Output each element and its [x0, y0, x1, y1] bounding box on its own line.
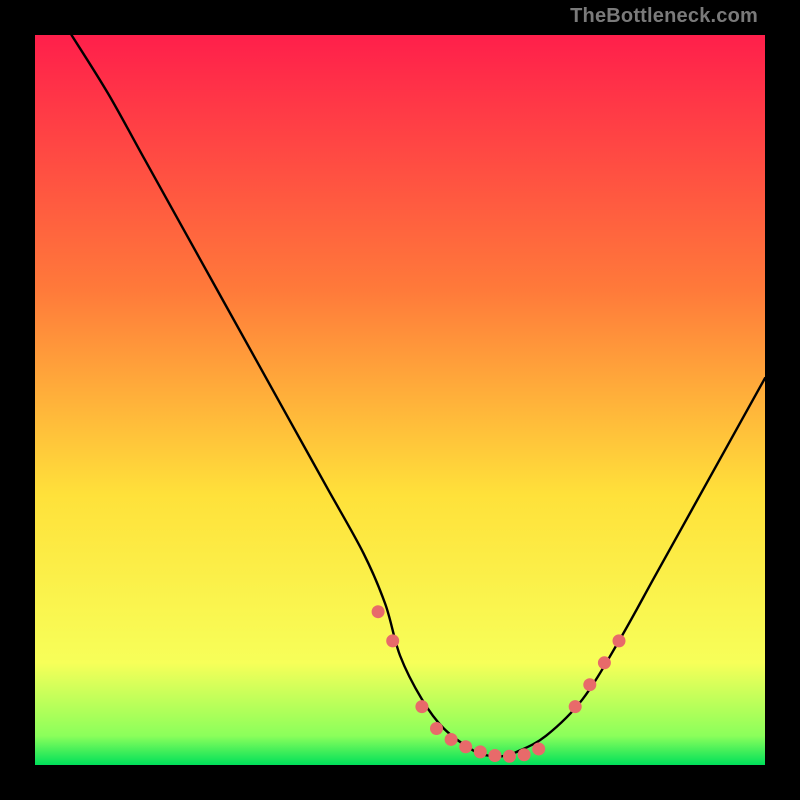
- curve-marker: [386, 634, 399, 647]
- curve-marker: [518, 748, 531, 761]
- curve-marker: [488, 749, 501, 762]
- chart-svg: [35, 35, 765, 765]
- watermark-text: TheBottleneck.com: [570, 5, 758, 28]
- curve-marker: [569, 700, 582, 713]
- chart-frame: [35, 35, 765, 765]
- curve-marker: [372, 605, 385, 618]
- curve-marker: [503, 750, 516, 763]
- curve-marker: [474, 745, 487, 758]
- curve-marker: [598, 656, 611, 669]
- curve-marker: [532, 742, 545, 755]
- curve-marker: [430, 722, 443, 735]
- curve-marker: [459, 740, 472, 753]
- curve-marker: [445, 733, 458, 746]
- curve-marker: [583, 678, 596, 691]
- curve-marker: [613, 634, 626, 647]
- curve-marker: [415, 700, 428, 713]
